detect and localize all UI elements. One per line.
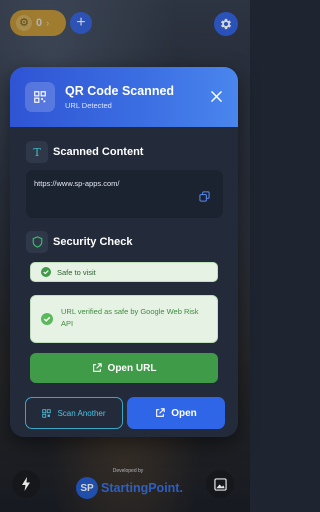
dialog-subtitle: URL Detected	[65, 101, 112, 110]
plus-icon: +	[76, 14, 86, 31]
verification-info-box: URL verified as safe by Google Web Risk …	[30, 295, 218, 343]
settings-icon	[220, 18, 232, 30]
scan-icon	[42, 408, 52, 418]
brand-logo: SP	[76, 477, 98, 499]
scan-counter-pill[interactable]: ⚙ 0 ›	[10, 10, 66, 36]
shield-icon	[26, 231, 48, 253]
copy-icon	[199, 191, 210, 202]
open-label: Open	[171, 407, 197, 419]
scan-result-dialog: QR Code Scanned URL Detected T Scanned C…	[10, 67, 238, 437]
close-icon	[210, 90, 222, 102]
scan-another-label: Scan Another	[57, 408, 106, 418]
gallery-button[interactable]	[206, 470, 234, 498]
check-circle-icon	[41, 313, 53, 325]
external-link-icon	[92, 363, 102, 372]
scanned-content-heading: Scanned Content	[53, 146, 144, 158]
gallery-icon	[213, 477, 227, 491]
chevron-right-icon: ›	[46, 18, 50, 28]
developed-by-text: Developed by	[112, 468, 144, 474]
check-circle-icon	[41, 267, 51, 277]
flash-icon	[22, 477, 30, 491]
gear-icon: ⚙	[16, 15, 32, 31]
qr-code-icon	[25, 82, 55, 112]
flash-button[interactable]	[12, 470, 40, 498]
settings-button[interactable]	[214, 12, 238, 36]
scan-count: 0	[36, 17, 43, 29]
safe-status-text: Safe to visit	[57, 267, 96, 277]
add-button[interactable]: +	[70, 12, 92, 34]
text-icon: T	[26, 141, 48, 163]
developer-branding: Developed by SP StartingPoint.	[73, 468, 183, 504]
close-button[interactable]	[208, 88, 224, 104]
external-link-icon	[156, 408, 165, 417]
scanned-url-box: https://www.sp-apps.com/	[26, 170, 223, 218]
dialog-title: QR Code Scanned	[65, 84, 175, 98]
dialog-header: QR Code Scanned URL Detected	[10, 67, 238, 127]
brand-name: StartingPoint.	[101, 481, 183, 495]
scanned-url-text: https://www.sp-apps.com/	[34, 179, 120, 188]
security-check-heading: Security Check	[53, 236, 133, 248]
copy-button[interactable]	[199, 189, 211, 202]
open-url-button[interactable]: Open URL	[30, 353, 218, 383]
open-url-label: Open URL	[107, 362, 157, 374]
safe-status-badge: Safe to visit	[30, 262, 218, 282]
verification-text: URL verified as safe by Google Web Risk …	[61, 307, 199, 328]
open-button[interactable]: Open	[127, 397, 225, 429]
scan-another-button[interactable]: Scan Another	[25, 397, 123, 429]
